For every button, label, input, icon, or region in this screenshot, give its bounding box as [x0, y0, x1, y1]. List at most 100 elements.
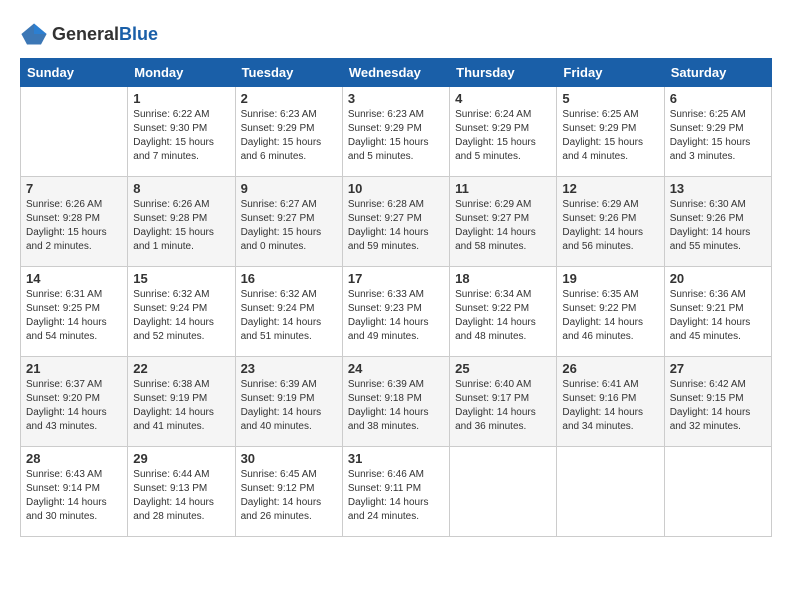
calendar-cell: 18 Sunrise: 6:34 AMSunset: 9:22 PMDayligh… — [450, 267, 557, 357]
day-number: 9 — [241, 181, 337, 196]
calendar-cell: 30 Sunrise: 6:45 AMSunset: 9:12 PMDayligh… — [235, 447, 342, 537]
day-number: 20 — [670, 271, 766, 286]
calendar-cell — [664, 447, 771, 537]
calendar-cell: 6 Sunrise: 6:25 AMSunset: 9:29 PMDaylight… — [664, 87, 771, 177]
calendar-cell: 8 Sunrise: 6:26 AMSunset: 9:28 PMDaylight… — [128, 177, 235, 267]
week-row-4: 21 Sunrise: 6:37 AMSunset: 9:20 PMDayligh… — [21, 357, 772, 447]
header: GeneralBlue — [20, 20, 772, 48]
day-info: Sunrise: 6:45 AMSunset: 9:12 PMDaylight:… — [241, 468, 337, 524]
weekday-header-sunday: Sunday — [21, 59, 128, 87]
day-number: 30 — [241, 451, 337, 466]
calendar-cell: 14Sunrise: 6:31 AMSunset: 9:25 PMDayligh… — [21, 267, 128, 357]
calendar-cell: 17 Sunrise: 6:33 AMSunset: 9:23 PMDayligh… — [342, 267, 449, 357]
day-info: Sunrise: 6:29 AMSunset: 9:27 PMDaylight:… — [455, 198, 551, 254]
day-number: 17 — [348, 271, 444, 286]
day-number: 6 — [670, 91, 766, 106]
calendar-cell: 16Sunrise: 6:32 AMSunset: 9:24 PMDayligh… — [235, 267, 342, 357]
calendar-cell: 20 Sunrise: 6:36 AMSunset: 9:21 PMDayligh… — [664, 267, 771, 357]
day-info: Sunrise: 6:46 AMSunset: 9:11 PMDaylight:… — [348, 468, 444, 524]
day-number: 21 — [26, 361, 122, 376]
week-row-3: 14Sunrise: 6:31 AMSunset: 9:25 PMDayligh… — [21, 267, 772, 357]
day-info: Sunrise: 6:39 AMSunset: 9:18 PMDaylight:… — [348, 378, 444, 434]
day-info: Sunrise: 6:28 AMSunset: 9:27 PMDaylight:… — [348, 198, 444, 254]
calendar-cell: 27Sunrise: 6:42 AMSunset: 9:15 PMDayligh… — [664, 357, 771, 447]
day-info: Sunrise: 6:41 AMSunset: 9:16 PMDaylight:… — [562, 378, 658, 434]
day-info: Sunrise: 6:43 AMSunset: 9:14 PMDaylight:… — [26, 468, 122, 524]
day-number: 15 — [133, 271, 229, 286]
calendar-cell: 11 Sunrise: 6:29 AMSunset: 9:27 PMDayligh… — [450, 177, 557, 267]
day-number: 14 — [26, 271, 122, 286]
day-info: Sunrise: 6:36 AMSunset: 9:21 PMDaylight:… — [670, 288, 766, 344]
day-number: 5 — [562, 91, 658, 106]
day-info: Sunrise: 6:39 AMSunset: 9:19 PMDaylight:… — [241, 378, 337, 434]
calendar-cell: 12Sunrise: 6:29 AMSunset: 9:26 PMDayligh… — [557, 177, 664, 267]
calendar-table: SundayMondayTuesdayWednesdayThursdayFrid… — [20, 58, 772, 537]
weekday-header-tuesday: Tuesday — [235, 59, 342, 87]
calendar-cell — [21, 87, 128, 177]
day-info: Sunrise: 6:34 AMSunset: 9:22 PMDaylight:… — [455, 288, 551, 344]
day-number: 10 — [348, 181, 444, 196]
calendar-cell: 28Sunrise: 6:43 AMSunset: 9:14 PMDayligh… — [21, 447, 128, 537]
day-info: Sunrise: 6:25 AMSunset: 9:29 PMDaylight:… — [562, 108, 658, 164]
day-number: 29 — [133, 451, 229, 466]
week-row-2: 7 Sunrise: 6:26 AMSunset: 9:28 PMDaylight… — [21, 177, 772, 267]
day-number: 31 — [348, 451, 444, 466]
calendar-cell: 25Sunrise: 6:40 AMSunset: 9:17 PMDayligh… — [450, 357, 557, 447]
calendar-cell: 19 Sunrise: 6:35 AMSunset: 9:22 PMDayligh… — [557, 267, 664, 357]
day-number: 23 — [241, 361, 337, 376]
calendar-cell: 23 Sunrise: 6:39 AMSunset: 9:19 PMDayligh… — [235, 357, 342, 447]
day-info: Sunrise: 6:26 AMSunset: 9:28 PMDaylight:… — [26, 198, 122, 254]
weekday-header-row: SundayMondayTuesdayWednesdayThursdayFrid… — [21, 59, 772, 87]
calendar-cell: 5 Sunrise: 6:25 AMSunset: 9:29 PMDaylight… — [557, 87, 664, 177]
calendar-cell: 21 Sunrise: 6:37 AMSunset: 9:20 PMDayligh… — [21, 357, 128, 447]
calendar-cell: 29 Sunrise: 6:44 AMSunset: 9:13 PMDayligh… — [128, 447, 235, 537]
logo: GeneralBlue — [20, 20, 158, 48]
day-number: 4 — [455, 91, 551, 106]
calendar-cell: 4 Sunrise: 6:24 AMSunset: 9:29 PMDaylight… — [450, 87, 557, 177]
day-info: Sunrise: 6:30 AMSunset: 9:26 PMDaylight:… — [670, 198, 766, 254]
day-number: 24 — [348, 361, 444, 376]
week-row-1: 1Sunrise: 6:22 AMSunset: 9:30 PMDaylight… — [21, 87, 772, 177]
day-info: Sunrise: 6:26 AMSunset: 9:28 PMDaylight:… — [133, 198, 229, 254]
calendar-cell: 7 Sunrise: 6:26 AMSunset: 9:28 PMDaylight… — [21, 177, 128, 267]
calendar-cell: 13 Sunrise: 6:30 AMSunset: 9:26 PMDayligh… — [664, 177, 771, 267]
day-info: Sunrise: 6:23 AMSunset: 9:29 PMDaylight:… — [241, 108, 337, 164]
weekday-header-saturday: Saturday — [664, 59, 771, 87]
calendar-cell: 26 Sunrise: 6:41 AMSunset: 9:16 PMDayligh… — [557, 357, 664, 447]
day-number: 13 — [670, 181, 766, 196]
calendar-cell: 15Sunrise: 6:32 AMSunset: 9:24 PMDayligh… — [128, 267, 235, 357]
day-info: Sunrise: 6:32 AMSunset: 9:24 PMDaylight:… — [241, 288, 337, 344]
day-number: 2 — [241, 91, 337, 106]
weekday-header-friday: Friday — [557, 59, 664, 87]
day-info: Sunrise: 6:27 AMSunset: 9:27 PMDaylight:… — [241, 198, 337, 254]
day-number: 18 — [455, 271, 551, 286]
logo-general: General — [52, 24, 119, 44]
calendar-cell: 2 Sunrise: 6:23 AMSunset: 9:29 PMDaylight… — [235, 87, 342, 177]
day-number: 12 — [562, 181, 658, 196]
day-number: 22 — [133, 361, 229, 376]
day-number: 7 — [26, 181, 122, 196]
day-info: Sunrise: 6:35 AMSunset: 9:22 PMDaylight:… — [562, 288, 658, 344]
week-row-5: 28Sunrise: 6:43 AMSunset: 9:14 PMDayligh… — [21, 447, 772, 537]
day-info: Sunrise: 6:37 AMSunset: 9:20 PMDaylight:… — [26, 378, 122, 434]
calendar-cell: 22 Sunrise: 6:38 AMSunset: 9:19 PMDayligh… — [128, 357, 235, 447]
day-number: 8 — [133, 181, 229, 196]
calendar-cell — [557, 447, 664, 537]
calendar-cell: 24 Sunrise: 6:39 AMSunset: 9:18 PMDayligh… — [342, 357, 449, 447]
day-info: Sunrise: 6:38 AMSunset: 9:19 PMDaylight:… — [133, 378, 229, 434]
day-info: Sunrise: 6:42 AMSunset: 9:15 PMDaylight:… — [670, 378, 766, 434]
day-info: Sunrise: 6:44 AMSunset: 9:13 PMDaylight:… — [133, 468, 229, 524]
day-info: Sunrise: 6:24 AMSunset: 9:29 PMDaylight:… — [455, 108, 551, 164]
day-number: 11 — [455, 181, 551, 196]
day-info: Sunrise: 6:33 AMSunset: 9:23 PMDaylight:… — [348, 288, 444, 344]
weekday-header-thursday: Thursday — [450, 59, 557, 87]
logo-icon — [20, 20, 48, 48]
day-number: 19 — [562, 271, 658, 286]
day-number: 26 — [562, 361, 658, 376]
calendar-cell: 10 Sunrise: 6:28 AMSunset: 9:27 PMDayligh… — [342, 177, 449, 267]
weekday-header-monday: Monday — [128, 59, 235, 87]
calendar-cell: 3Sunrise: 6:23 AMSunset: 9:29 PMDaylight… — [342, 87, 449, 177]
day-info: Sunrise: 6:25 AMSunset: 9:29 PMDaylight:… — [670, 108, 766, 164]
weekday-header-wednesday: Wednesday — [342, 59, 449, 87]
day-number: 1 — [133, 91, 229, 106]
